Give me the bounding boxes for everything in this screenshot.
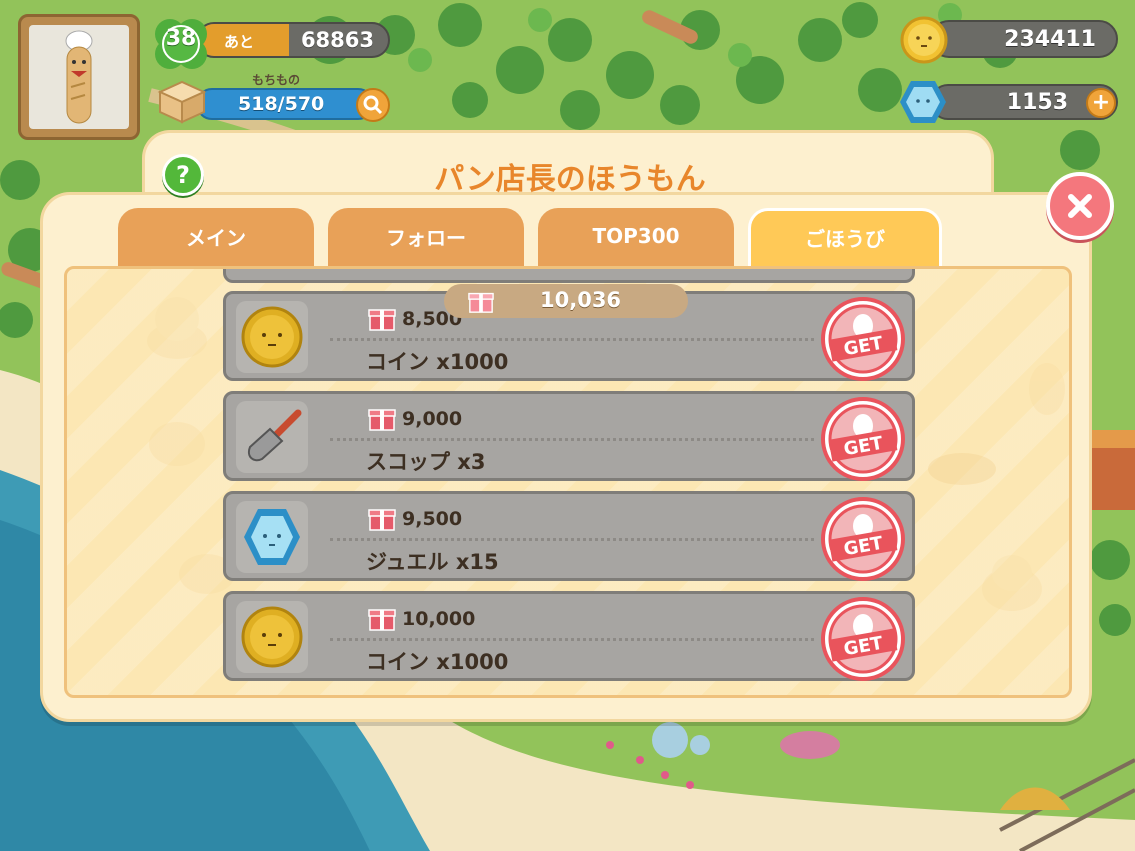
get-reward-button[interactable]: GET <box>820 596 906 682</box>
player-level: 38 <box>165 26 197 51</box>
reward-row: 10,000 コイン x1000 GET <box>223 591 915 681</box>
current-points-display: 10,036 <box>444 284 688 318</box>
jewel-icon <box>900 81 946 123</box>
coin-icon <box>241 606 303 668</box>
reward-row: 9,500 ジュエル x15 GET <box>223 491 915 581</box>
coin-icon <box>241 306 303 368</box>
search-icon <box>363 95 383 115</box>
coin-balance-value: 234411 <box>1004 27 1096 52</box>
reward-name: コイン x1000 <box>366 350 509 374</box>
bread-pattern-icon <box>982 555 1042 611</box>
inventory-bar: 518/570 <box>196 88 374 120</box>
bread-pattern-icon <box>928 453 996 485</box>
inventory-label: もちもの <box>252 73 301 87</box>
dotted-divider <box>330 338 814 341</box>
coin-icon <box>900 16 948 64</box>
reward-icon-box <box>236 501 308 573</box>
reward-icon-box <box>236 601 308 673</box>
jewel-icon <box>244 509 300 565</box>
reward-icon-box <box>236 401 308 473</box>
box-icon <box>157 80 207 124</box>
gift-icon <box>368 309 396 331</box>
tab-main[interactable]: メイン <box>118 208 314 270</box>
close-icon <box>1068 194 1092 218</box>
reward-requirement: 9,000 <box>402 408 463 430</box>
gift-icon <box>368 409 396 431</box>
coin-balance: 234411 <box>930 20 1118 58</box>
inventory-value: 518/570 <box>238 93 325 115</box>
dotted-divider <box>330 638 814 641</box>
reward-requirement: 9,500 <box>402 508 463 530</box>
reward-icon-box <box>236 301 308 373</box>
dotted-divider <box>330 438 814 441</box>
dialog-title: パン店長のほうもん <box>434 162 706 197</box>
gift-icon <box>368 609 396 631</box>
experience-bar: あと 68863 <box>196 22 390 58</box>
reward-name: ジュエル x15 <box>366 550 499 574</box>
experience-label: あと <box>224 33 255 51</box>
current-points-value: 10,036 <box>540 288 622 312</box>
reward-requirement: 10,000 <box>402 608 476 630</box>
jewel-balance-value: 1153 <box>1006 90 1068 115</box>
get-reward-button[interactable]: GET <box>820 496 906 582</box>
reward-list[interactable]: 8,500 コイン x1000 GET 9,000 スコップ x3 GET 9,… <box>64 266 1072 698</box>
get-reward-button[interactable]: GET <box>820 396 906 482</box>
get-reward-button[interactable]: GET <box>820 296 906 382</box>
tab-rewards[interactable]: ごほうび <box>748 208 942 270</box>
help-button[interactable]: ? <box>162 154 204 196</box>
inventory-search-button[interactable] <box>356 88 390 122</box>
gift-icon <box>468 292 494 313</box>
shovel-icon <box>248 409 302 462</box>
dotted-divider <box>330 538 814 541</box>
gift-icon <box>368 509 396 531</box>
buy-jewels-button[interactable]: + <box>1086 88 1116 118</box>
tab-follow[interactable]: フォロー <box>328 208 524 270</box>
bread-chef-icon <box>65 30 93 124</box>
reward-name: スコップ x3 <box>366 450 486 474</box>
reward-name: コイン x1000 <box>366 650 509 674</box>
player-avatar-frame[interactable] <box>18 14 140 140</box>
bread-pattern-icon <box>149 422 205 466</box>
tab-top300[interactable]: TOP300 <box>538 208 734 270</box>
experience-remaining: 68863 <box>300 28 374 52</box>
close-button[interactable] <box>1046 172 1114 240</box>
reward-row-partial <box>223 269 915 283</box>
avatar <box>29 25 129 129</box>
bread-pattern-icon <box>1029 363 1065 415</box>
reward-row: 9,000 スコップ x3 GET <box>223 391 915 481</box>
bread-pattern-icon <box>147 297 207 359</box>
